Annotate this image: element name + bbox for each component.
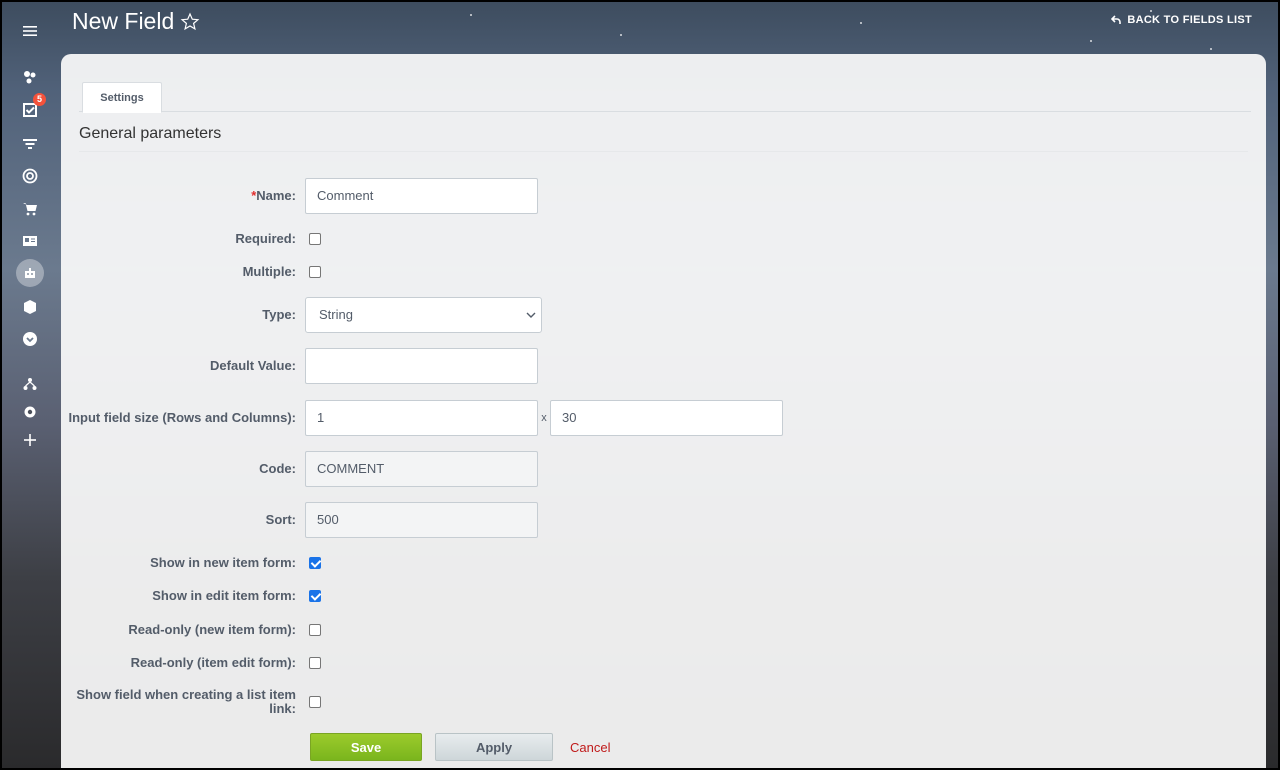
name-input[interactable]: Comment: [305, 178, 538, 214]
row-sort: Sort: 500: [61, 502, 538, 538]
chevron-down-icon: [526, 312, 536, 318]
settings-panel: Settings General parameters *Name: Comme…: [61, 54, 1266, 770]
chevron-down-circle-icon[interactable]: [16, 325, 44, 353]
row-show-edit: Show in edit item form:: [61, 589, 321, 603]
robot-icon[interactable]: [16, 259, 44, 287]
apply-button[interactable]: Apply: [435, 733, 553, 761]
section-divider: [79, 151, 1248, 152]
code-input[interactable]: COMMENT: [305, 451, 538, 487]
row-required: Required:: [61, 232, 321, 246]
page-title: New Field: [72, 8, 200, 35]
show-new-label: Show in new item form:: [150, 555, 296, 570]
favorite-star-icon[interactable]: [180, 12, 200, 32]
row-name: *Name: Comment: [61, 178, 538, 214]
sitemap-icon[interactable]: [16, 370, 44, 398]
default-value-label: Default Value:: [210, 358, 296, 373]
type-label: Type:: [262, 307, 296, 322]
size-separator: x: [541, 412, 547, 424]
left-rail: 5: [0, 0, 60, 770]
multiple-checkbox[interactable]: [309, 266, 321, 278]
page-title-text: New Field: [72, 8, 175, 34]
rows-input[interactable]: 1: [305, 400, 538, 436]
sort-label: Sort:: [265, 512, 296, 527]
box-icon[interactable]: [16, 293, 44, 321]
row-show-new: Show in new item form:: [61, 556, 321, 570]
cancel-link[interactable]: Cancel: [570, 733, 612, 761]
back-to-fields-link[interactable]: BACK TO FIELDS LIST: [1111, 14, 1252, 26]
save-button[interactable]: Save: [310, 733, 422, 761]
sort-input[interactable]: 500: [305, 502, 538, 538]
type-select-value: String: [319, 307, 353, 322]
contact-card-icon[interactable]: [16, 227, 44, 255]
default-value-input[interactable]: [305, 348, 538, 384]
show-edit-label: Show in edit item form:: [152, 588, 296, 603]
type-select[interactable]: String: [305, 297, 542, 333]
name-label: *Name:: [61, 189, 305, 203]
readonly-new-label: Read-only (new item form):: [128, 622, 296, 637]
gear-icon[interactable]: [16, 398, 44, 426]
row-type: Type: String: [61, 297, 542, 333]
code-label: Code:: [259, 461, 296, 476]
readonly-new-checkbox[interactable]: [309, 624, 321, 636]
required-label: Required:: [235, 231, 296, 246]
tab-bar: Settings: [79, 82, 1251, 113]
feed-icon[interactable]: [16, 63, 44, 91]
row-readonly-new: Read-only (new item form):: [61, 623, 321, 637]
target-icon[interactable]: [16, 162, 44, 190]
show-edit-checkbox[interactable]: [309, 590, 321, 602]
plus-icon[interactable]: [16, 426, 44, 454]
readonly-edit-label: Read-only (item edit form):: [130, 655, 296, 670]
funnel-icon[interactable]: [16, 130, 44, 158]
multiple-label: Multiple:: [242, 264, 296, 279]
input-size-label: Input field size (Rows and Columns):: [68, 410, 297, 425]
cart-icon[interactable]: [16, 195, 44, 223]
readonly-edit-checkbox[interactable]: [309, 657, 321, 669]
section-title: General parameters: [79, 125, 222, 142]
row-show-link: Show field when creating a list item lin…: [61, 688, 321, 716]
tasks-badge: 5: [33, 93, 46, 106]
required-checkbox[interactable]: [309, 233, 321, 245]
tasks-icon[interactable]: 5: [16, 93, 46, 124]
back-arrow-icon: [1111, 15, 1122, 24]
show-link-label: Show field when creating a list item lin…: [76, 687, 296, 716]
row-code: Code: COMMENT: [61, 451, 538, 487]
show-link-checkbox[interactable]: [309, 696, 321, 708]
columns-input[interactable]: 30: [550, 400, 783, 436]
tab-settings[interactable]: Settings: [82, 82, 162, 113]
row-multiple: Multiple:: [61, 265, 321, 279]
name-label-text: Name:: [256, 188, 296, 203]
back-link-label: BACK TO FIELDS LIST: [1127, 14, 1252, 26]
row-input-size: Input field size (Rows and Columns): 1 x…: [61, 400, 783, 436]
row-readonly-edit: Read-only (item edit form):: [61, 656, 321, 670]
row-default-value: Default Value:: [61, 348, 538, 384]
menu-icon[interactable]: [16, 17, 44, 45]
show-new-checkbox[interactable]: [309, 557, 321, 569]
